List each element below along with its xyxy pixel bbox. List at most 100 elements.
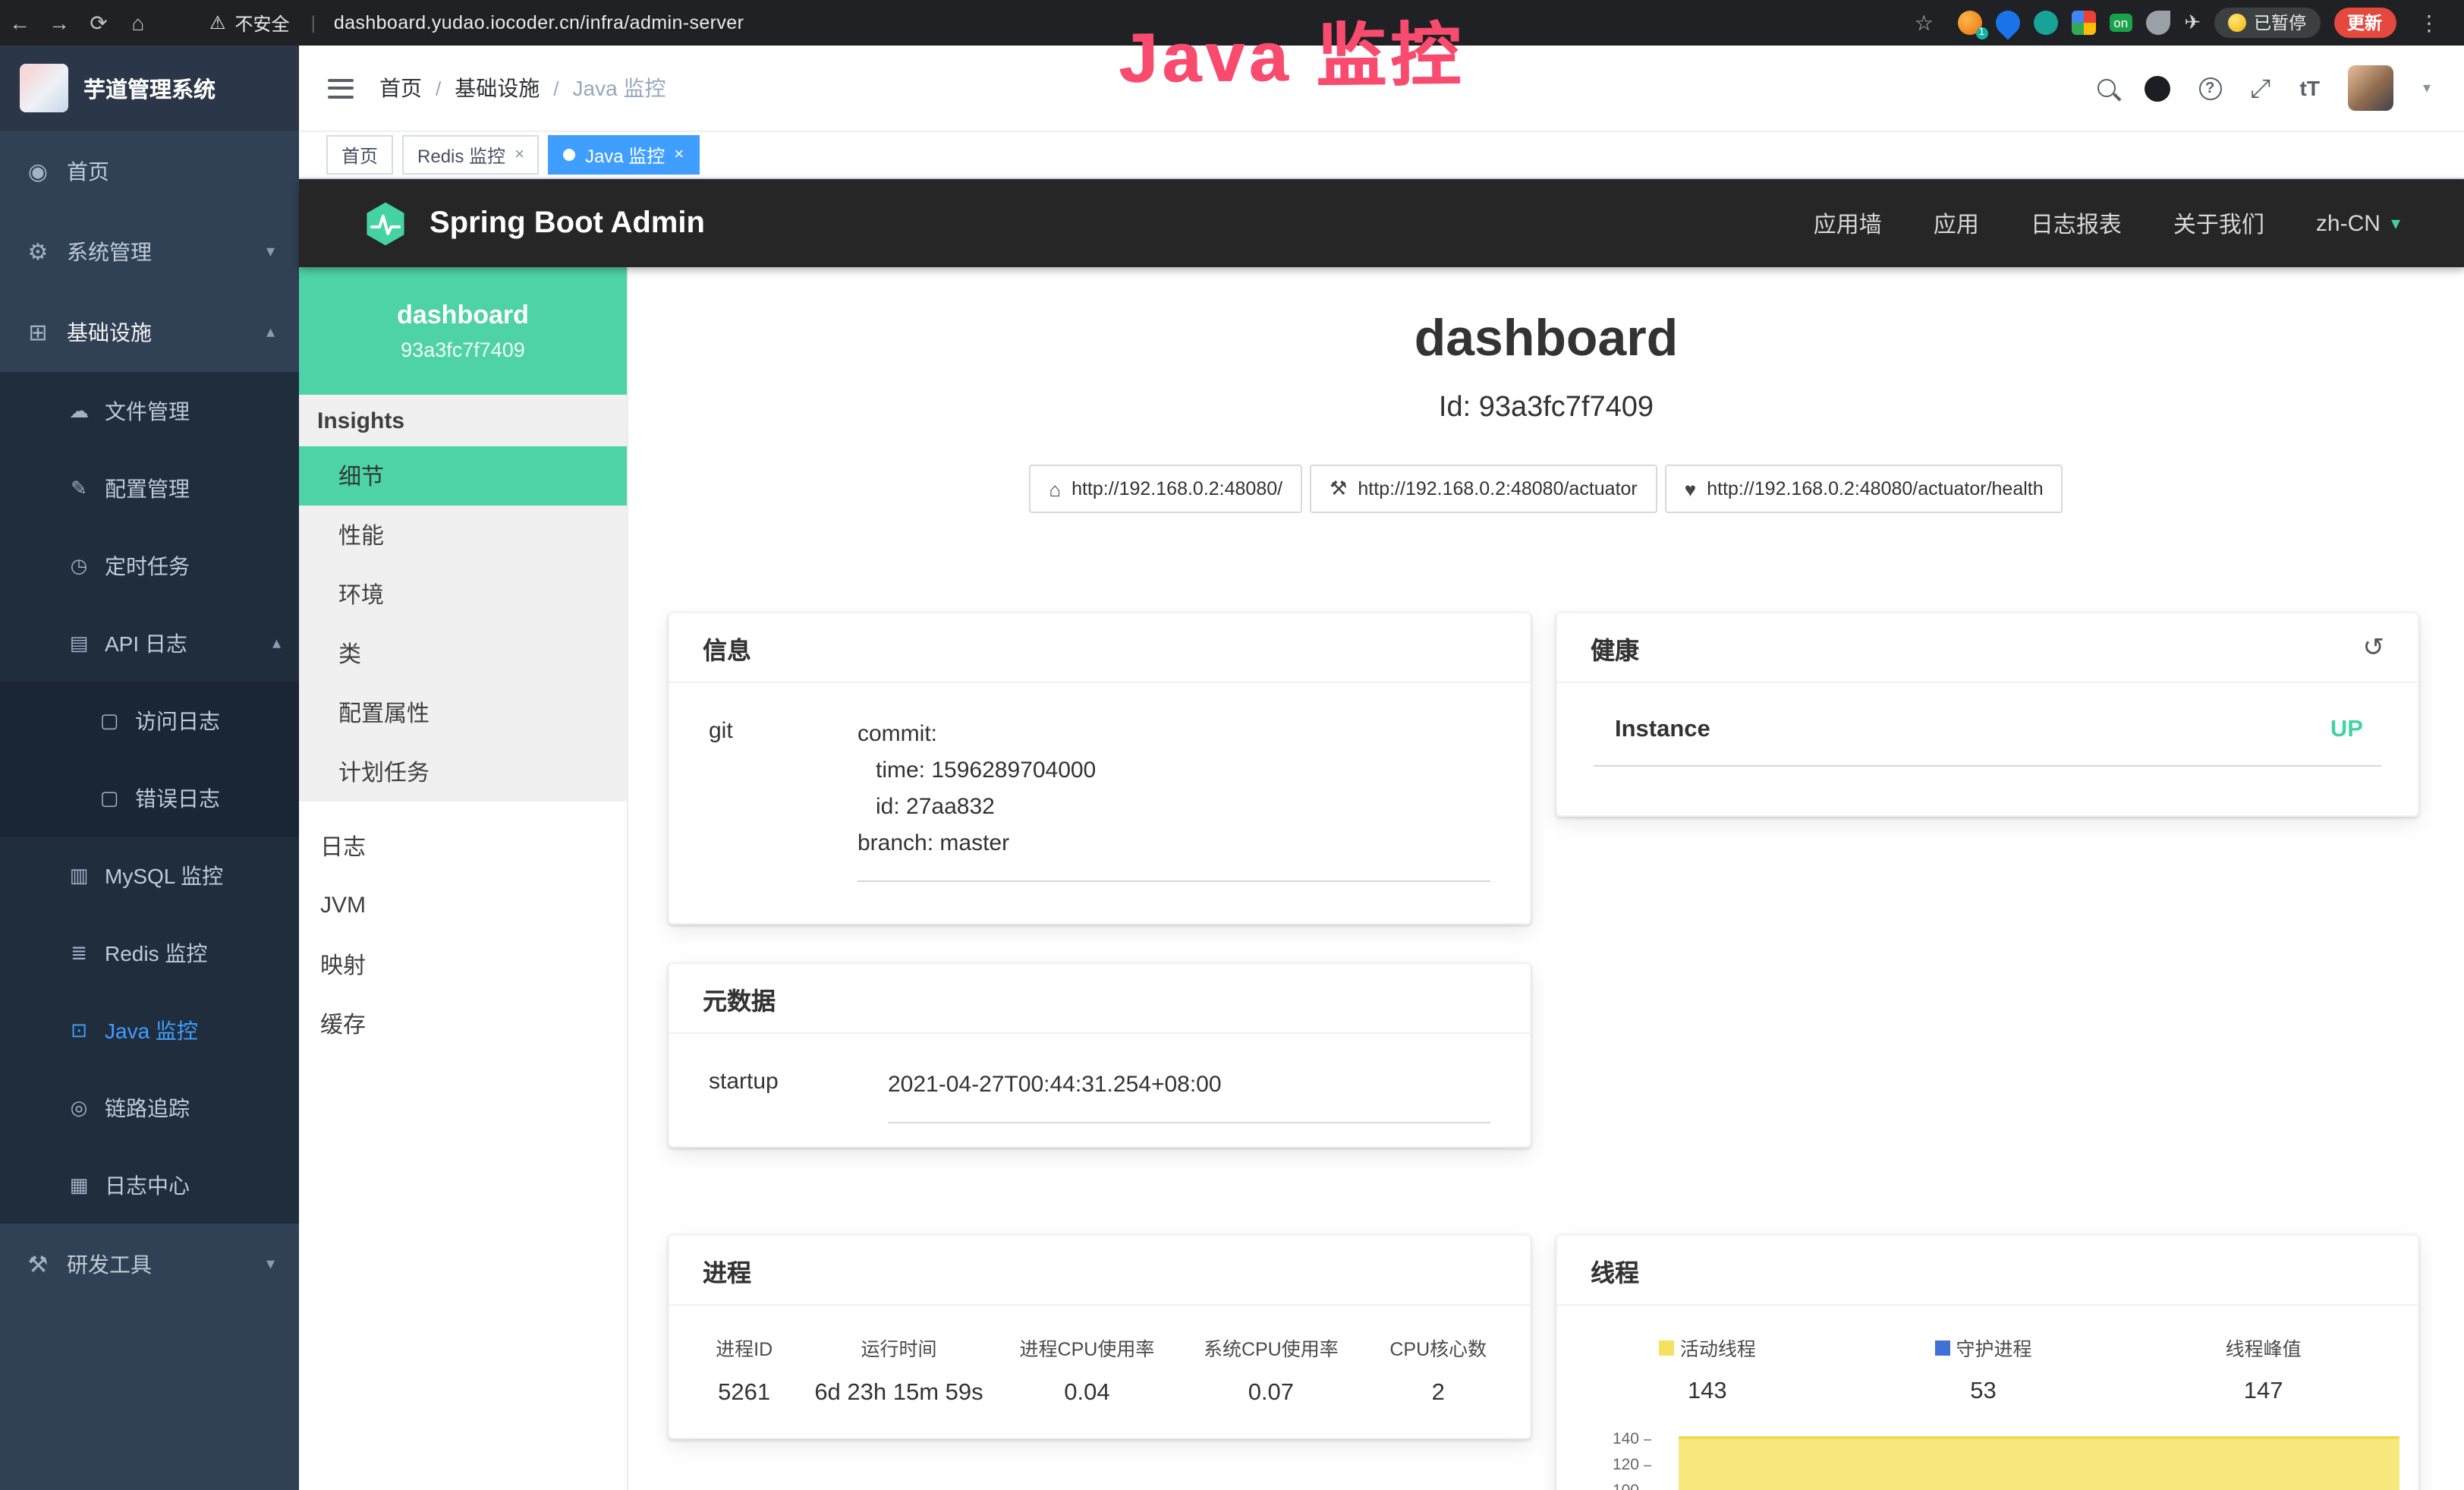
github-icon[interactable] — [2144, 75, 2170, 101]
fullscreen-icon[interactable]: ⤢ — [2250, 75, 2270, 101]
spring-boot-admin-logo-icon[interactable] — [360, 200, 411, 247]
sba-item-environment[interactable]: 环境 — [299, 565, 627, 624]
help-icon[interactable]: ? — [2198, 77, 2221, 99]
threads-card: 线程 活动线程 守护进程 线程峰值 143 53 147 140 — [1556, 1234, 2419, 1490]
legend-peak-threads: 线程峰值 — [2121, 1333, 2406, 1362]
breadcrumb-infra[interactable]: 基础设施 — [455, 73, 540, 103]
update-button[interactable]: 更新 — [2333, 8, 2396, 38]
sidebar-item-log-center[interactable]: ▦ 日志中心 — [0, 1146, 299, 1224]
forward-icon[interactable]: → — [39, 11, 79, 35]
sidebar-item-access-log[interactable]: ▢ 访问日志 — [0, 682, 299, 759]
extension-icon[interactable]: ✈ — [2184, 11, 2201, 35]
sba-item-mappings[interactable]: 映射 — [299, 935, 627, 994]
extension-on-badge[interactable]: on — [2109, 14, 2132, 33]
metadata-value: 2021-04-27T00:44:31.254+08:00 — [888, 1067, 1490, 1123]
sidebar-item-mysql[interactable]: ▥ MySQL 监控 — [0, 836, 299, 914]
bookmark-star-icon[interactable]: ☆ — [1904, 10, 1943, 36]
sidebar-item-config[interactable]: ✎ 配置管理 — [0, 449, 299, 527]
paused-badge[interactable]: 已暂停 — [2214, 8, 2320, 38]
legend-label: 线程峰值 — [2226, 1333, 2302, 1362]
sidebar-item-label: 链路追踪 — [105, 1092, 190, 1123]
chevron-down-icon: ▾ — [2391, 213, 2400, 234]
process-card: 进程 进程ID 运行时间 进程CPU使用率 系统CPU使用率 CPU核心数 52… — [668, 1234, 1531, 1439]
chevron-down-icon: ▾ — [266, 1254, 275, 1274]
sidebar-item-system[interactable]: ⚙ 系统管理 ▾ — [0, 211, 299, 291]
address-url[interactable]: dashboard.yudao.iocoder.cn/infra/admin-s… — [334, 12, 744, 33]
sidebar-item-home[interactable]: ◉ 首页 — [0, 131, 299, 211]
font-size-icon[interactable]: tT — [2300, 76, 2320, 100]
close-icon[interactable]: × — [515, 146, 524, 164]
sba-item-classes[interactable]: 类 — [299, 624, 627, 683]
hamburger-icon[interactable] — [328, 78, 354, 98]
threads-chart: 140 120 100 — [1557, 1421, 2418, 1490]
tools-icon: ⚒ — [24, 1250, 52, 1277]
sba-nav-wallboard[interactable]: 应用墙 — [1814, 207, 1882, 239]
document-icon: ▢ — [97, 708, 121, 732]
dashboard-icon: ◉ — [24, 157, 52, 184]
extension-icon[interactable] — [1990, 5, 2025, 39]
sidebar-item-error-log[interactable]: ▢ 错误日志 — [0, 759, 299, 836]
extension-icon[interactable] — [2146, 11, 2170, 35]
browser-home-icon[interactable]: ⌂ — [118, 11, 158, 35]
chevron-up-icon: ▴ — [272, 633, 281, 653]
site-security-chip[interactable]: ⚠ 不安全 | — [209, 10, 316, 36]
sba-item-logs[interactable]: 日志 — [299, 817, 627, 876]
sidebar-item-java-monitor[interactable]: ⊡ Java 监控 — [0, 991, 299, 1069]
sba-nav-journal[interactable]: 日志报表 — [2031, 207, 2122, 239]
browser-menu-icon[interactable]: ⋮ — [2409, 10, 2449, 36]
sba-item-details[interactable]: 细节 — [299, 446, 627, 506]
sidebar-item-label: Java 监控 — [105, 1015, 198, 1045]
sidebar-item-file[interactable]: ☁ 文件管理 — [0, 372, 299, 449]
reload-icon[interactable]: ⟳ — [79, 10, 118, 36]
spacer — [299, 802, 627, 817]
home-icon: ⌂ — [1049, 477, 1061, 500]
legend-label: 守护进程 — [1956, 1333, 2031, 1362]
sba-nav-applications[interactable]: 应用 — [1934, 207, 1979, 239]
search-icon[interactable] — [2097, 79, 2115, 97]
actuator-url-button[interactable]: ⚒ http://192.168.0.2:48080/actuator — [1310, 465, 1657, 513]
legend-daemon-threads: 守护进程 — [1846, 1333, 2122, 1362]
sba-item-caches[interactable]: 缓存 — [299, 994, 627, 1054]
metadata-card-title: 元数据 — [669, 964, 1530, 1034]
sba-item-metrics[interactable]: 性能 — [299, 506, 627, 565]
tab-home[interactable]: 首页 — [326, 135, 393, 175]
history-icon[interactable]: ↺ — [2363, 632, 2385, 663]
back-icon[interactable]: ← — [0, 11, 39, 35]
health-url-button[interactable]: ♥ http://192.168.0.2:48080/actuator/heal… — [1665, 465, 2063, 513]
avatar-caret-icon[interactable]: ▾ — [2423, 80, 2431, 96]
sidebar-item-infra[interactable]: ⊞ 基础设施 ▴ — [0, 291, 299, 372]
health-status-badge: UP — [2330, 717, 2363, 744]
page-subtitle: Id: 93a3fc7f7409 — [628, 392, 2464, 425]
process-value-uptime: 6d 23h 15m 59s — [807, 1380, 990, 1407]
process-value-pid: 5261 — [681, 1380, 807, 1407]
close-icon[interactable]: × — [674, 146, 684, 164]
extension-icon[interactable] — [2033, 11, 2057, 35]
sba-item-config-props[interactable]: 配置属性 — [299, 683, 627, 742]
service-url-button[interactable]: ⌂ http://192.168.0.2:48080/ — [1029, 465, 1302, 513]
sidebar-item-trace[interactable]: ◎ 链路追踪 — [0, 1069, 299, 1146]
tab-redis-monitor[interactable]: Redis 监控 × — [402, 135, 540, 175]
sba-item-scheduled-tasks[interactable]: 计划任务 — [299, 742, 627, 802]
process-header-cores: CPU核心数 — [1359, 1333, 1518, 1362]
sidebar-item-job[interactable]: ◷ 定时任务 — [0, 527, 299, 604]
breadcrumb-home[interactable]: 首页 — [379, 73, 422, 103]
actuator-url: http://192.168.0.2:48080/actuator — [1358, 478, 1637, 499]
sba-brand[interactable]: Spring Boot Admin — [430, 206, 705, 241]
extension-icon[interactable]: 1 — [1957, 11, 1981, 35]
instance-links: ⌂ http://192.168.0.2:48080/ ⚒ http://192… — [628, 465, 2464, 513]
sba-item-jvm[interactable]: JVM — [299, 876, 627, 935]
sidebar-item-redis[interactable]: ≣ Redis 监控 — [0, 914, 299, 991]
paused-label: 已暂停 — [2254, 11, 2306, 35]
sidebar-item-api-log[interactable]: ▤ API 日志 ▴ — [0, 604, 299, 682]
sidebar-item-label: 错误日志 — [135, 783, 220, 813]
extension-icon[interactable] — [2071, 11, 2095, 35]
infra-submenu: ☁ 文件管理 ✎ 配置管理 ◷ 定时任务 ▤ API 日志 ▴ ▢ 访问日志 ▢ — [0, 372, 299, 1224]
tab-java-monitor[interactable]: Java 监控 × — [549, 135, 699, 175]
tab-label: 首页 — [341, 142, 378, 168]
user-avatar[interactable] — [2349, 65, 2394, 111]
sba-nav-about[interactable]: 关于我们 — [2173, 207, 2264, 239]
sidebar-item-devtools[interactable]: ⚒ 研发工具 ▾ — [0, 1224, 299, 1304]
legend-label: 活动线程 — [1680, 1333, 1756, 1362]
locale-select[interactable]: zh-CN ▾ — [2316, 210, 2400, 236]
logs-icon: ▤ — [67, 631, 91, 655]
